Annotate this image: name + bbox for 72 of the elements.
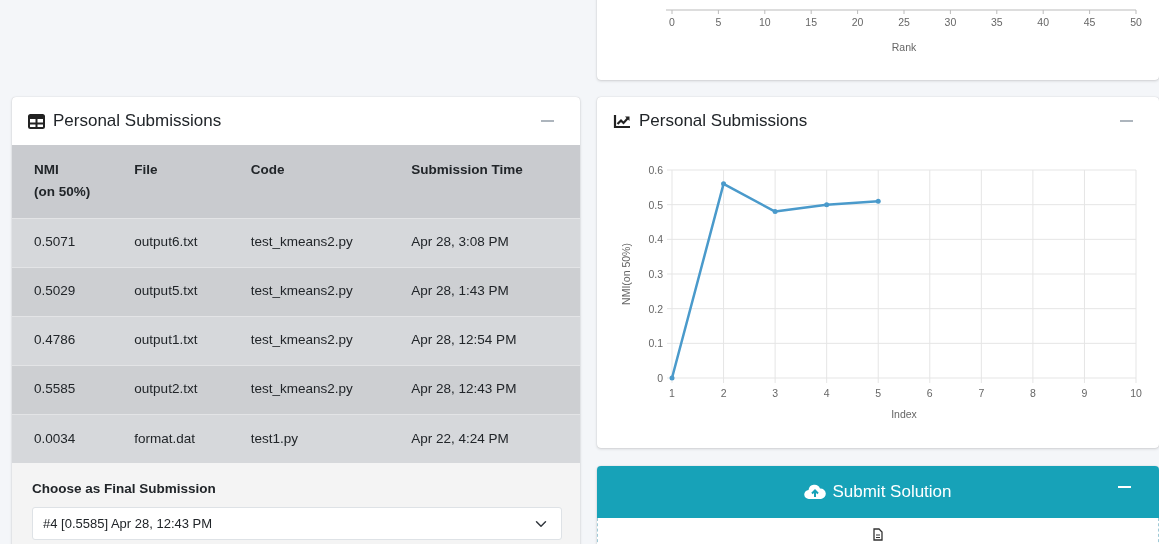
tick-label: 0.5 bbox=[648, 198, 663, 211]
tick-label: 10 bbox=[1130, 387, 1142, 399]
tick-label: 20 bbox=[851, 16, 864, 28]
tick-label: 1 bbox=[669, 387, 675, 399]
data-point bbox=[721, 181, 727, 187]
tick-label: 25 bbox=[898, 16, 910, 28]
table-cell: Apr 28, 3:08 PM bbox=[389, 218, 580, 267]
card-title: Personal Submissions bbox=[53, 110, 223, 133]
data-point bbox=[772, 209, 778, 215]
table-cell: test_kmeans2.py bbox=[228, 267, 390, 316]
table-icon bbox=[28, 113, 45, 129]
tick-label: 5 bbox=[715, 16, 722, 28]
tick-label: 30 bbox=[944, 16, 957, 28]
file-icon bbox=[873, 528, 883, 541]
column-header: NMI (on 50%) bbox=[12, 145, 113, 218]
table-cell: format.dat bbox=[112, 414, 229, 463]
line-chart-icon bbox=[613, 113, 631, 129]
tick-label: 4 bbox=[823, 387, 830, 399]
table-cell: output5.txt bbox=[112, 267, 229, 316]
card-title: Personal Submissions bbox=[639, 110, 809, 133]
axis-title: Rank bbox=[891, 41, 917, 53]
field-label: Choose as Final Submission bbox=[32, 480, 217, 498]
tick-label: 0.4 bbox=[648, 233, 663, 246]
data-point bbox=[669, 375, 675, 381]
table-cell: Apr 28, 12:54 PM bbox=[389, 316, 580, 365]
tick-label: 15 bbox=[805, 16, 818, 28]
tick-label: 40 bbox=[1037, 16, 1050, 28]
table-cell: test_kmeans2.py bbox=[228, 365, 390, 414]
tick-label: 3 bbox=[772, 387, 779, 399]
panel-title: Submit Solution bbox=[832, 481, 952, 504]
tick-label: 0 bbox=[657, 372, 663, 384]
tick-label: 0 bbox=[669, 16, 675, 28]
table-cell: test_kmeans2.py bbox=[228, 218, 390, 267]
table-cell: Apr 28, 12:43 PM bbox=[389, 365, 580, 414]
column-header: Submission Time bbox=[389, 145, 580, 218]
tick-label: 6 bbox=[926, 387, 933, 399]
tick-label: 35 bbox=[990, 16, 1003, 28]
axis-title: NMI(on 50%) bbox=[620, 243, 632, 305]
table-cell: output1.txt bbox=[112, 316, 229, 365]
table-cell: test_kmeans2.py bbox=[228, 316, 390, 365]
cloud-upload-icon bbox=[804, 484, 827, 500]
tick-label: 8 bbox=[1029, 387, 1036, 399]
table-cell: output2.txt bbox=[112, 365, 229, 414]
tick-label: 50 bbox=[1130, 16, 1142, 28]
column-header: File bbox=[112, 145, 229, 218]
table-cell: 0.0034 bbox=[12, 414, 113, 463]
tick-label: 9 bbox=[1081, 387, 1088, 399]
tick-label: 2 bbox=[720, 387, 727, 399]
tick-label: 0.3 bbox=[648, 268, 663, 280]
minus-icon bbox=[1118, 486, 1131, 488]
table-cell: Apr 28, 1:43 PM bbox=[389, 267, 580, 316]
tick-label: 0.2 bbox=[648, 302, 663, 315]
data-point bbox=[875, 198, 881, 204]
table-cell: 0.5585 bbox=[12, 365, 113, 414]
tick-label: 0.6 bbox=[648, 164, 663, 176]
select-field[interactable]: #4 [0.5585] Apr 28, 12:43 PM bbox=[32, 507, 562, 541]
table-cell: 0.5029 bbox=[12, 267, 113, 316]
tick-label: 0.1 bbox=[648, 337, 663, 350]
tick-label: 10 bbox=[758, 16, 771, 28]
table-cell: output6.txt bbox=[112, 218, 229, 267]
table-cell: Apr 22, 4:24 PM bbox=[389, 414, 580, 463]
tick-label: 5 bbox=[875, 387, 882, 399]
data-point bbox=[824, 202, 830, 208]
axis-title: Index bbox=[891, 408, 917, 420]
column-header: Code bbox=[228, 145, 390, 218]
table-cell: 0.4786 bbox=[12, 316, 113, 365]
table-cell: test1.py bbox=[228, 414, 390, 463]
table-cell: 0.5071 bbox=[12, 218, 113, 267]
minus-icon bbox=[1120, 120, 1133, 122]
minus-icon bbox=[541, 120, 554, 122]
tick-label: 45 bbox=[1083, 16, 1096, 28]
tick-label: 7 bbox=[978, 387, 985, 399]
